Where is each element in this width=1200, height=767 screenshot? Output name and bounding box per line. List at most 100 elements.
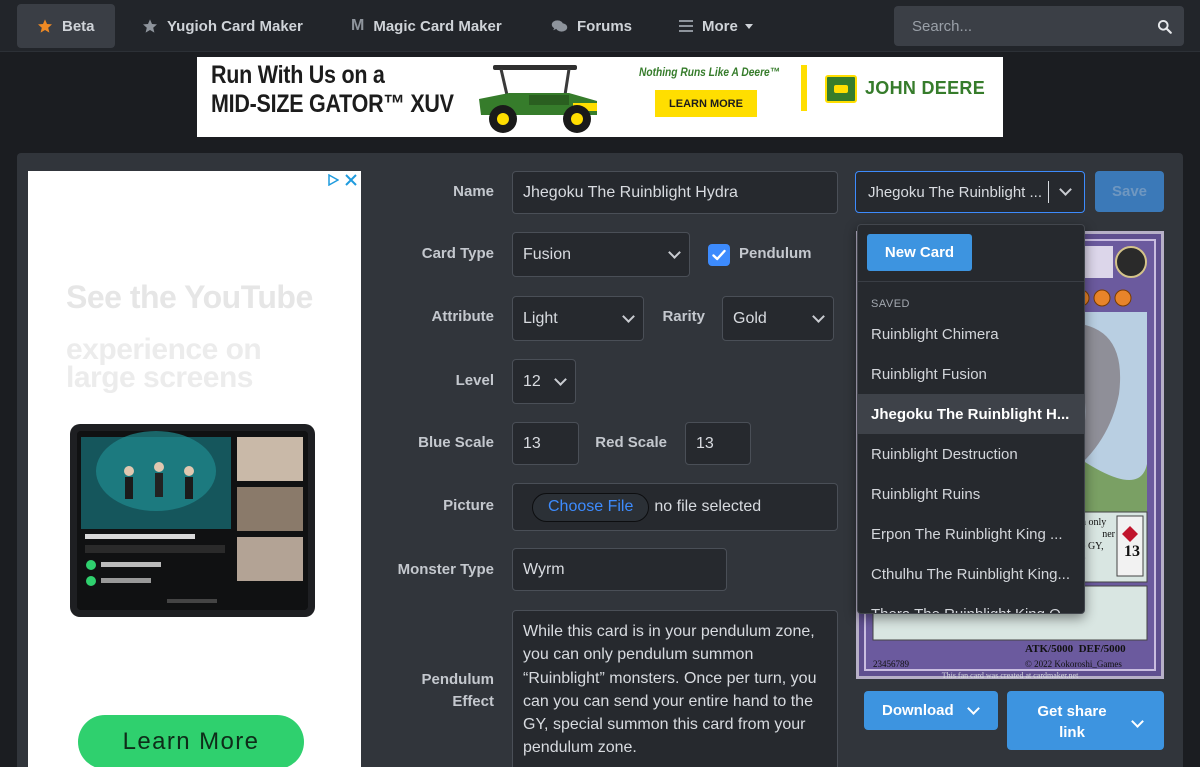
- video-preview-image: [77, 431, 308, 610]
- blue-scale-input[interactable]: 13: [512, 422, 579, 465]
- attribute-label: Attribute: [431, 308, 495, 325]
- blue-scale-label: Blue Scale: [418, 434, 494, 451]
- pendulum-effect-label-line2: Effect: [452, 693, 494, 710]
- nav-beta-label: Beta: [62, 17, 95, 35]
- saved-card-select-value: Jhegoku The Ruinblight ...: [868, 183, 1043, 201]
- card-pendulum-scale: 13: [1124, 543, 1140, 560]
- save-button[interactable]: Save: [1095, 171, 1164, 212]
- blue-scale-value: 13: [523, 434, 541, 452]
- pendulum-effect-label: Pendulum Effect: [400, 669, 494, 713]
- ad-choices-icon[interactable]: [327, 174, 339, 186]
- level-select[interactable]: 12: [512, 359, 576, 404]
- nav-magic-label: Magic Card Maker: [373, 17, 502, 35]
- banner-headline-1: Run With Us on a: [211, 61, 385, 89]
- level-label: Level: [455, 372, 494, 389]
- banner-ad[interactable]: Run With Us on a MID-SIZE GATOR™ XUV Not…: [197, 57, 1003, 137]
- search-icon[interactable]: [1157, 19, 1172, 34]
- card-atk-def: ATK/5000 DEF/5000: [1025, 643, 1126, 655]
- close-icon[interactable]: [345, 174, 357, 186]
- saved-card-item[interactable]: Ruinblight Ruins: [858, 474, 1084, 514]
- ad-choices[interactable]: [327, 174, 357, 186]
- share-link-label: Get share link: [1037, 703, 1107, 741]
- red-scale-value: 13: [696, 434, 714, 452]
- picture-file-input: Choose File no file selected: [512, 483, 838, 531]
- share-link-button[interactable]: Get share link: [1007, 691, 1164, 750]
- saved-card-item[interactable]: Thera The Ruinblight King O...: [858, 594, 1084, 614]
- rarity-label: Rarity: [662, 308, 705, 325]
- nav-yugioh-label: Yugioh Card Maker: [167, 17, 303, 35]
- rarity-select[interactable]: Gold: [722, 296, 834, 341]
- card-type-label: Card Type: [421, 245, 494, 262]
- card-serial: 23456789: [873, 659, 909, 669]
- nav-more-label: More: [702, 17, 738, 35]
- card-copyright: © 2022 Kokoroshi_Games: [1025, 659, 1122, 669]
- tablet-screen: [77, 431, 308, 610]
- card-caption: This fan card was created at cardmaker.n…: [941, 671, 1079, 680]
- rarity-value: Gold: [733, 309, 767, 327]
- star-icon: [143, 19, 157, 33]
- monster-type-input[interactable]: Wyrm: [512, 548, 727, 591]
- new-card-button[interactable]: New Card: [867, 234, 972, 271]
- name-input[interactable]: Jhegoku The Ruinblight Hydra: [512, 171, 838, 214]
- saved-card-item[interactable]: Ruinblight Fusion: [858, 354, 1084, 394]
- pendulum-label[interactable]: Pendulum: [739, 245, 812, 262]
- star-icon: [38, 19, 52, 33]
- banner-brand: JOHN DEERE: [865, 78, 986, 98]
- tablet-image: [70, 424, 315, 617]
- side-video-ad[interactable]: See the YouTube experience on large scre…: [28, 171, 361, 767]
- saved-card-select[interactable]: Jhegoku The Ruinblight ...: [855, 171, 1085, 213]
- nav-forums-label: Forums: [577, 17, 633, 35]
- comments-icon: [551, 20, 568, 32]
- saved-header: SAVED: [871, 298, 910, 310]
- chevron-down-icon: [967, 701, 980, 715]
- nav-beta[interactable]: Beta: [17, 4, 115, 48]
- hamburger-icon: [679, 20, 693, 32]
- search-box: [894, 6, 1184, 46]
- deere-logo-icon: [825, 75, 857, 103]
- card-type-select[interactable]: Fusion: [512, 232, 690, 277]
- monster-type-value: Wyrm: [523, 560, 565, 578]
- caret-down-icon: [744, 23, 753, 29]
- attribute-value: Light: [523, 309, 558, 327]
- picture-label: Picture: [443, 497, 494, 514]
- saved-cards-dropdown: New Card SAVED Ruinblight Chimera Ruinbl…: [857, 224, 1085, 614]
- dropdown-divider: [858, 281, 1084, 282]
- banner-headline-2: MID-SIZE GATOR™ XUV: [211, 90, 454, 118]
- ad-title: See the YouTube: [66, 279, 313, 315]
- search-input[interactable]: [912, 17, 1157, 35]
- nav-yugioh-card-maker[interactable]: Yugioh Card Maker: [122, 4, 323, 48]
- chevron-down-icon: [668, 245, 681, 259]
- red-scale-label: Red Scale: [595, 434, 667, 451]
- saved-card-item[interactable]: Ruinblight Chimera: [858, 314, 1084, 354]
- saved-card-item[interactable]: Cthulhu The Ruinblight King...: [858, 554, 1084, 594]
- saved-card-item[interactable]: Ruinblight Destruction: [858, 434, 1084, 474]
- pendulum-effect-textarea[interactable]: While this card is in your pendulum zone…: [512, 610, 838, 767]
- chevron-down-icon: [622, 309, 635, 323]
- download-button[interactable]: Download: [864, 691, 998, 730]
- top-nav: Beta Yugioh Card Maker M Magic Card Make…: [0, 0, 1200, 52]
- nav-magic-card-maker[interactable]: M Magic Card Maker: [331, 4, 522, 48]
- name-label: Name: [453, 183, 494, 200]
- saved-card-item-active[interactable]: Jhegoku The Ruinblight H...: [858, 394, 1084, 434]
- pendulum-checkbox[interactable]: [708, 244, 730, 266]
- nav-more[interactable]: More: [659, 4, 773, 48]
- chevron-down-icon: [812, 309, 825, 323]
- download-label: Download: [882, 702, 954, 719]
- red-scale-input[interactable]: 13: [685, 422, 751, 465]
- ad-learn-more-button[interactable]: Learn More: [78, 715, 304, 767]
- chevron-down-icon: [1059, 183, 1072, 196]
- banner-tagline: Nothing Runs Like A Deere™: [639, 65, 780, 79]
- banner-learn-more-button[interactable]: LEARN MORE: [655, 90, 757, 117]
- file-status: no file selected: [654, 498, 762, 515]
- nav-forums[interactable]: Forums: [531, 4, 652, 48]
- text-cursor: [1048, 181, 1049, 203]
- choose-file-button[interactable]: Choose File: [532, 492, 650, 522]
- chevron-down-icon: [554, 372, 567, 386]
- saved-card-item[interactable]: Erpon The Ruinblight King ...: [858, 514, 1084, 554]
- ad-subtitle: experience on large screens: [66, 333, 262, 394]
- level-value: 12: [523, 372, 541, 390]
- chevron-down-icon: [1131, 715, 1144, 728]
- monster-type-label: Monster Type: [397, 561, 494, 578]
- m-icon: M: [351, 17, 365, 34]
- attribute-select[interactable]: Light: [512, 296, 644, 341]
